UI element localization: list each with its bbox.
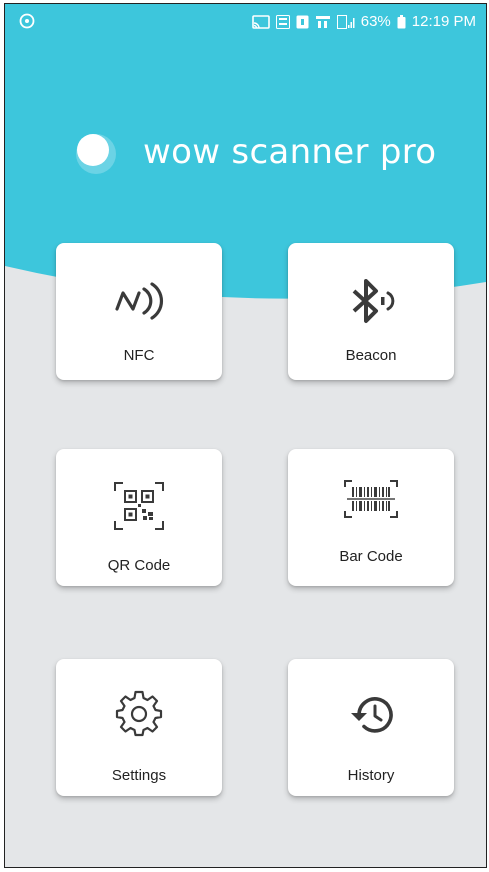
status-icons: 63% 12:19 PM	[251, 13, 476, 30]
history-button[interactable]: History	[288, 659, 454, 796]
status-bar: 63% 12:19 PM	[5, 4, 486, 38]
gear-icon	[115, 690, 163, 737]
android-icon	[19, 13, 35, 29]
bar-code-label: Bar Code	[339, 548, 403, 565]
lte-icon	[315, 15, 330, 28]
settings-button[interactable]: Settings	[56, 659, 222, 796]
battery-percent: 63%	[360, 13, 391, 30]
circle-logo-icon	[76, 134, 116, 174]
app-screen: 63% 12:19 PM wow scanner pro NFC Beacon …	[4, 3, 487, 868]
volte-icon	[275, 14, 290, 29]
bluetooth-beacon-icon	[352, 279, 395, 323]
app-title: wow scanner pro	[143, 132, 437, 172]
settings-label: Settings	[111, 767, 167, 784]
cast-icon	[251, 14, 270, 29]
barcode-icon	[344, 480, 398, 518]
beacon-label: Beacon	[345, 347, 397, 364]
sim-icon	[296, 15, 309, 28]
history-icon	[351, 697, 393, 733]
nfc-icon	[115, 282, 163, 320]
beacon-button[interactable]: Beacon	[288, 243, 454, 380]
bar-code-button[interactable]: Bar Code	[288, 449, 454, 586]
qr-code-label: QR Code	[107, 557, 171, 574]
signal-icon	[336, 14, 355, 29]
qr-code-icon	[114, 482, 164, 530]
nfc-button[interactable]: NFC	[56, 243, 222, 380]
clock: 12:19 PM	[411, 13, 476, 30]
app-branding: wow scanner pro	[71, 128, 436, 176]
qr-code-button[interactable]: QR Code	[56, 449, 222, 586]
battery-icon	[397, 14, 406, 28]
history-label: History	[347, 767, 395, 784]
nfc-label: NFC	[123, 347, 155, 364]
